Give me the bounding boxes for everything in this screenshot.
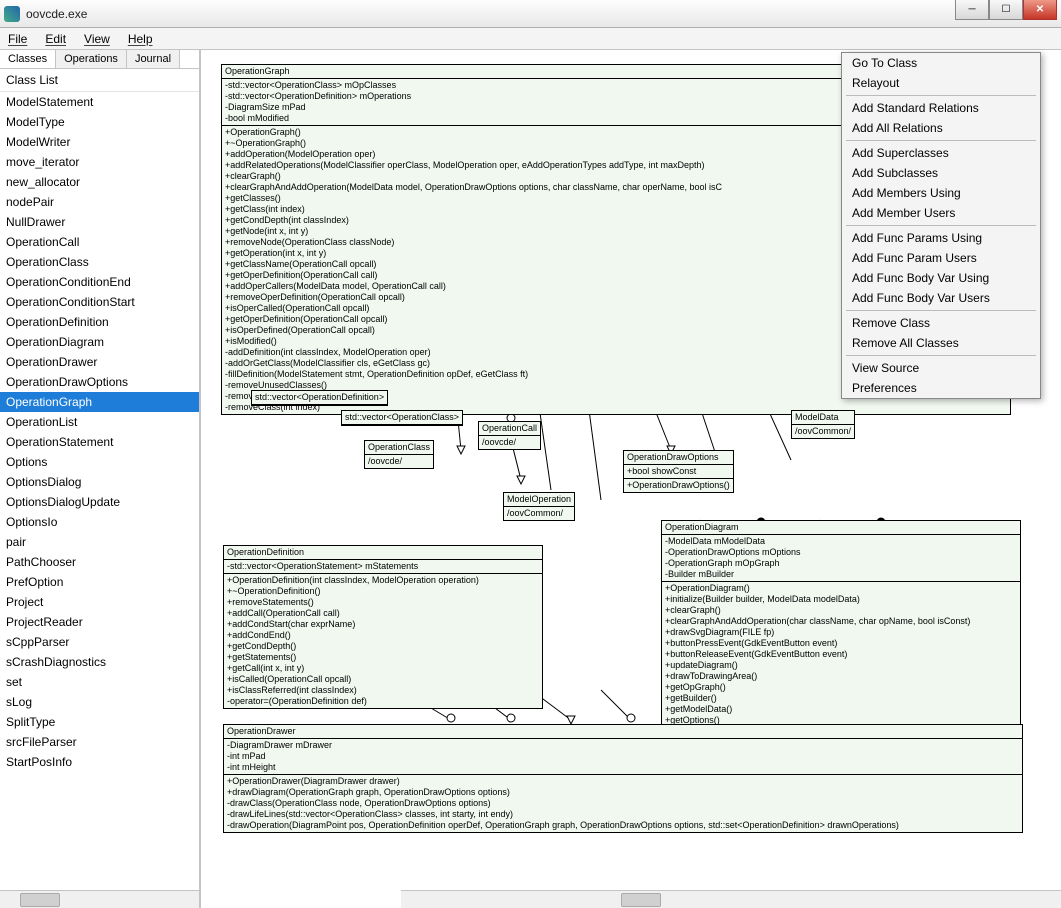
maximize-button[interactable] xyxy=(989,0,1023,20)
list-item[interactable]: OperationDrawer xyxy=(0,352,199,372)
close-button[interactable] xyxy=(1023,0,1057,20)
list-item[interactable]: sLog xyxy=(0,692,199,712)
list-item[interactable]: OptionsDialog xyxy=(0,472,199,492)
list-item[interactable]: new_allocator xyxy=(0,172,199,192)
context-menu-item[interactable]: Preferences xyxy=(842,378,1040,398)
list-item[interactable]: OperationConditionEnd xyxy=(0,272,199,292)
context-menu-item[interactable]: Add Func Body Var Using xyxy=(842,268,1040,288)
context-menu-item[interactable]: Add Superclasses xyxy=(842,143,1040,163)
context-menu-item[interactable]: Add All Relations xyxy=(842,118,1040,138)
context-menu-item[interactable]: Go To Class xyxy=(842,53,1040,73)
separator xyxy=(846,225,1036,226)
uml-vec-opclass[interactable]: std::vector<OperationClass> xyxy=(341,410,463,426)
minimize-button[interactable] xyxy=(955,0,989,20)
list-item[interactable]: ModelStatement xyxy=(0,92,199,112)
uml-vec-opdef[interactable]: std::vector<OperationDefinition> xyxy=(251,390,388,406)
canvas-hscroll[interactable] xyxy=(401,890,1061,908)
context-menu-item[interactable]: Add Standard Relations xyxy=(842,98,1040,118)
list-item[interactable]: Project xyxy=(0,592,199,612)
context-menu-item[interactable]: Add Func Params Using xyxy=(842,228,1040,248)
list-item[interactable]: OperationClass xyxy=(0,252,199,272)
context-menu-item[interactable]: Add Func Param Users xyxy=(842,248,1040,268)
list-item[interactable]: set xyxy=(0,672,199,692)
list-item[interactable]: Options xyxy=(0,452,199,472)
menu-bar: File Edit View Help xyxy=(0,28,1061,50)
separator xyxy=(846,310,1036,311)
list-item[interactable]: move_iterator xyxy=(0,152,199,172)
context-menu-item[interactable]: Add Members Using xyxy=(842,183,1040,203)
tab-classes[interactable]: Classes xyxy=(0,50,56,68)
list-item[interactable]: OperationGraph xyxy=(0,392,199,412)
list-item[interactable]: OptionsDialogUpdate xyxy=(0,492,199,512)
list-item[interactable]: PrefOption xyxy=(0,572,199,592)
context-menu-item[interactable]: Add Func Body Var Users xyxy=(842,288,1040,308)
list-item[interactable]: OperationCall xyxy=(0,232,199,252)
menu-help[interactable]: Help xyxy=(128,32,153,46)
menu-view[interactable]: View xyxy=(84,32,110,46)
app-icon xyxy=(4,6,20,22)
separator xyxy=(846,355,1036,356)
context-menu-item[interactable]: View Source xyxy=(842,358,1040,378)
list-item[interactable]: OptionsIo xyxy=(0,512,199,532)
class-list[interactable]: ModelStatementModelTypeModelWritermove_i… xyxy=(0,92,199,890)
uml-operationclass[interactable]: OperationClass/oovcde/ xyxy=(364,440,434,469)
list-item[interactable]: StartPosInfo xyxy=(0,752,199,772)
list-item[interactable]: nodePair xyxy=(0,192,199,212)
uml-modeldata[interactable]: ModelData/oovCommon/ xyxy=(791,410,855,439)
context-menu-item[interactable]: Relayout xyxy=(842,73,1040,93)
context-menu-item[interactable]: Add Member Users xyxy=(842,203,1040,223)
list-item[interactable]: sCppParser xyxy=(0,632,199,652)
list-item[interactable]: sCrashDiagnostics xyxy=(0,652,199,672)
list-item[interactable]: NullDrawer xyxy=(0,212,199,232)
list-item[interactable]: SplitType xyxy=(0,712,199,732)
list-item[interactable]: OperationList xyxy=(0,412,199,432)
list-item[interactable]: ProjectReader xyxy=(0,612,199,632)
sidebar-hscroll[interactable] xyxy=(0,890,199,908)
context-menu[interactable]: Go To ClassRelayout Add Standard Relation… xyxy=(841,52,1041,399)
uml-operationdefinition[interactable]: OperationDefinition -std::vector<Operati… xyxy=(223,545,543,709)
uml-operationdiagram[interactable]: OperationDiagram -ModelData mModelData-O… xyxy=(661,520,1021,728)
menu-edit[interactable]: Edit xyxy=(45,32,66,46)
uml-operationcall[interactable]: OperationCall/oovcde/ xyxy=(478,421,541,450)
list-item[interactable]: pair xyxy=(0,532,199,552)
list-item[interactable]: ModelType xyxy=(0,112,199,132)
uml-drawoptions[interactable]: OperationDrawOptions+bool showConst+Oper… xyxy=(623,450,734,493)
list-item[interactable]: OperationDefinition xyxy=(0,312,199,332)
list-item[interactable]: srcFileParser xyxy=(0,732,199,752)
separator xyxy=(846,140,1036,141)
list-item[interactable]: OperationConditionStart xyxy=(0,292,199,312)
sidebar: Classes Operations Journal Class List Mo… xyxy=(0,50,200,908)
tab-operations[interactable]: Operations xyxy=(56,50,127,68)
window-title: oovcde.exe xyxy=(26,7,87,21)
title-bar: oovcde.exe xyxy=(0,0,1061,28)
list-item[interactable]: OperationDiagram xyxy=(0,332,199,352)
list-item[interactable]: ModelWriter xyxy=(0,132,199,152)
list-item[interactable]: OperationDrawOptions xyxy=(0,372,199,392)
context-menu-item[interactable]: Remove All Classes xyxy=(842,333,1040,353)
context-menu-item[interactable]: Remove Class xyxy=(842,313,1040,333)
list-item[interactable]: OperationStatement xyxy=(0,432,199,452)
uml-operationdrawer[interactable]: OperationDrawer -DiagramDrawer mDrawer-i… xyxy=(223,724,1023,833)
uml-modeloperation[interactable]: ModelOperation/oovCommon/ xyxy=(503,492,575,521)
tab-journal[interactable]: Journal xyxy=(127,50,180,68)
separator xyxy=(846,95,1036,96)
context-menu-item[interactable]: Add Subclasses xyxy=(842,163,1040,183)
class-list-header: Class List xyxy=(0,69,199,92)
list-item[interactable]: PathChooser xyxy=(0,552,199,572)
menu-file[interactable]: File xyxy=(8,32,27,46)
